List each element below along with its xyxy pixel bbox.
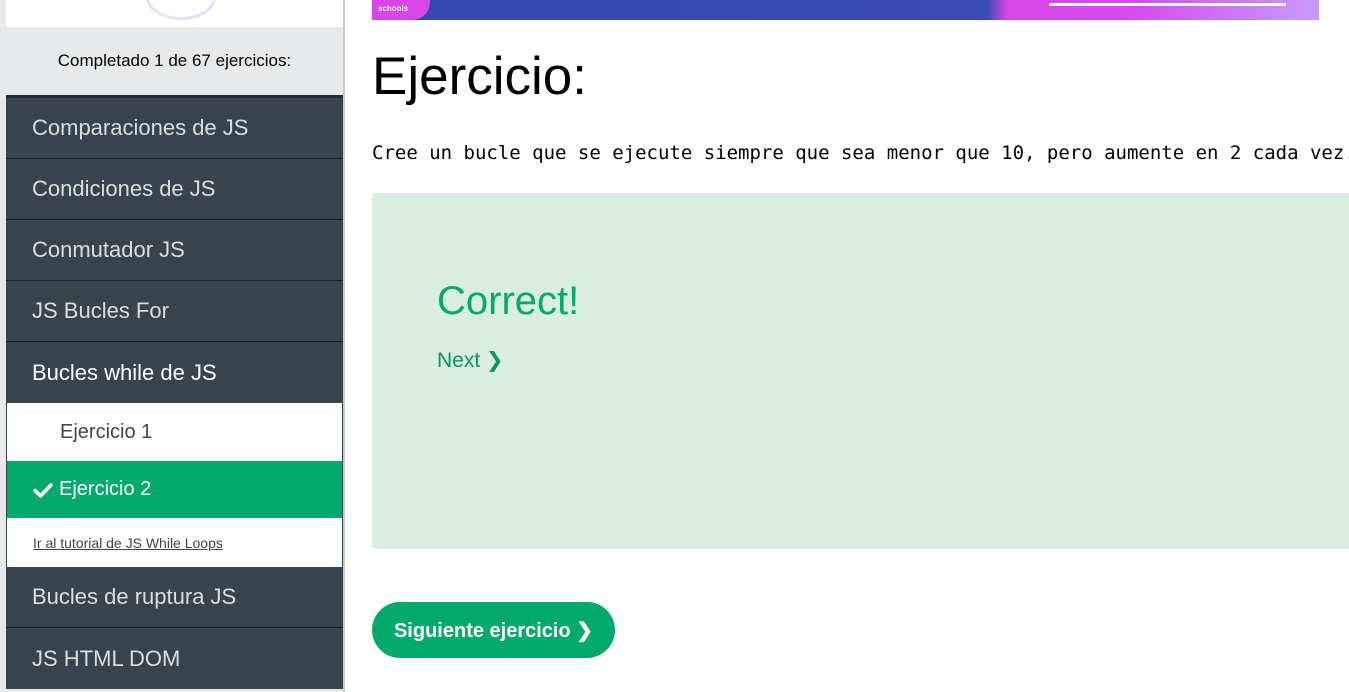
result-heading: Correct! <box>437 279 580 323</box>
sub-item-label: Ejercicio 2 <box>59 478 152 500</box>
tutorial-link[interactable]: Ir al tutorial de JS While Loops <box>6 518 343 567</box>
sidebar-border <box>343 0 345 692</box>
nav-item-html-dom[interactable]: JS HTML DOM <box>6 628 343 689</box>
banner-decoration <box>1049 3 1286 6</box>
nav-item-bucles-while[interactable]: Bucles while de JS <box>6 342 343 403</box>
result-panel: Correct! Next ❯ <box>372 193 1349 549</box>
sidebar-logo-area <box>6 0 343 27</box>
page-title: Ejercicio: <box>372 47 588 106</box>
next-exercise-button[interactable]: Siguiente ejercicio ❯ <box>372 602 615 658</box>
sidebar: Completado 1 de 67 ejercicios: Comparaci… <box>0 0 344 692</box>
banner-brand: schools <box>378 4 409 13</box>
check-icon <box>33 482 53 498</box>
next-link[interactable]: Next ❯ <box>437 348 504 373</box>
ad-banner[interactable]: schools <box>372 0 1319 20</box>
nav-item-bucles-for[interactable]: JS Bucles For <box>6 281 343 342</box>
sub-item-ejercicio-2[interactable]: Ejercicio 2 <box>6 461 343 518</box>
nav-item-condiciones[interactable]: Condiciones de JS <box>6 159 343 220</box>
instruction-text: Cree un bucle que se ejecute siempre que… <box>372 142 1349 164</box>
nav-item-bucles-ruptura[interactable]: Bucles de ruptura JS <box>6 567 343 628</box>
logo-icon <box>146 0 216 20</box>
progress-text: Completado 1 de 67 ejercicios: <box>6 27 343 95</box>
exercise-instruction: Cree un bucle que se ejecute siempre que… <box>372 142 1349 164</box>
banner-brand-block: schools <box>372 0 430 20</box>
exercise-nav: Comparaciones de JS Condiciones de JS Co… <box>6 98 343 689</box>
nav-item-conmutador[interactable]: Conmutador JS <box>6 220 343 281</box>
nav-item-comparaciones[interactable]: Comparaciones de JS <box>6 98 343 159</box>
sub-item-ejercicio-1[interactable]: Ejercicio 1 <box>6 403 343 461</box>
